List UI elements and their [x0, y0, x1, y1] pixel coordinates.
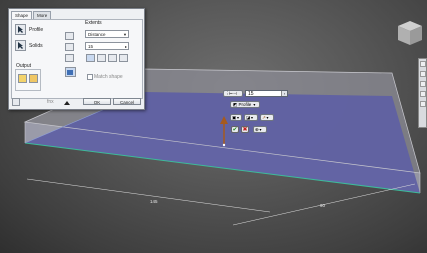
distance-field[interactable]: 15 ▸ — [85, 42, 129, 50]
cancel-button[interactable]: ✖ — [241, 126, 249, 133]
home-view-icon[interactable] — [420, 61, 426, 67]
extrude-dialog: Shape More Profile Solids Output Extents… — [8, 8, 145, 110]
output-group — [15, 69, 41, 91]
dialog-collapse-grip[interactable] — [64, 101, 70, 105]
viewcube[interactable] — [396, 19, 424, 49]
solids-arrow-icon — [18, 42, 23, 49]
navigation-bar — [418, 58, 427, 128]
match-shape-checkbox[interactable] — [87, 74, 93, 80]
chevron-right-icon[interactable]: › — [281, 91, 287, 96]
output-dropdown[interactable]: ▣▼ — [230, 114, 242, 121]
match-shape-label: Match shape — [94, 74, 123, 80]
chevron-down-icon: ▼ — [123, 32, 127, 37]
shape-panel: Profile Solids Output Extents Distance ▼ — [11, 19, 143, 99]
chevron-right-icon[interactable]: ▸ — [125, 43, 127, 50]
output-surface-button[interactable] — [29, 74, 38, 83]
apply-options-dropdown[interactable]: ⊕▼ — [253, 126, 267, 133]
close-icon: ✖ — [242, 127, 248, 133]
direction-flipped-button[interactable] — [97, 54, 106, 62]
dimension-line-length — [26, 178, 271, 213]
intersect-button[interactable] — [65, 54, 74, 62]
distance-input[interactable]: 15 › — [245, 90, 288, 97]
ok-dialog-button[interactable]: OK — [83, 98, 111, 105]
tab-shape[interactable]: Shape — [11, 11, 33, 19]
look-at-icon[interactable] — [420, 101, 426, 107]
new-solid-button[interactable] — [65, 67, 76, 77]
ok-button[interactable]: ✔ — [231, 126, 239, 133]
output-solid-button[interactable] — [18, 74, 27, 83]
viewport-3d[interactable]: 145 90 ⋮ ⊢⊣ 15 › ◩ Profile ▼ ▣▼ ◪▼ ↗▼ ✔ … — [0, 0, 427, 253]
profile-icon: ◩ — [233, 102, 238, 107]
direction-dropdown[interactable]: ↗▼ — [260, 114, 274, 121]
dialog-tabs: Shape More — [11, 11, 52, 19]
solids-select-button[interactable] — [15, 40, 26, 51]
pan-icon[interactable] — [420, 71, 426, 77]
cancel-dialog-button[interactable]: Cancel — [113, 98, 141, 105]
profile-selector[interactable]: ◩ Profile ▼ — [230, 101, 260, 108]
check-icon: ✔ — [232, 127, 238, 133]
link-label: fnx — [47, 99, 54, 105]
direction-asymmetric-button[interactable] — [119, 54, 128, 62]
extents-dropdown[interactable]: Distance ▼ — [85, 30, 129, 38]
distance-direction-icon: ⊢⊣ — [229, 91, 237, 96]
dimension-width[interactable]: 90 — [320, 203, 325, 208]
new-solid-icon — [67, 70, 73, 75]
cut-button[interactable] — [65, 43, 74, 51]
dimension-length[interactable]: 145 — [150, 199, 158, 204]
chevron-down-icon: ▼ — [252, 103, 257, 107]
tab-more[interactable]: More — [33, 11, 52, 19]
help-button[interactable] — [12, 98, 20, 106]
operation-dropdown[interactable]: ◪▼ — [244, 114, 258, 121]
profile-select-button[interactable] — [15, 24, 26, 35]
profile-label: Profile — [29, 27, 44, 33]
profile-arrow-icon — [18, 26, 23, 33]
extents-label: Extents — [85, 20, 102, 26]
minitoolbar-handle[interactable]: ⋮ ⊢⊣ — [223, 90, 243, 97]
zoom-icon[interactable] — [420, 81, 426, 87]
solids-label: Solids — [29, 43, 43, 49]
direction-symmetric-button[interactable] — [108, 54, 117, 62]
direction-default-button[interactable] — [86, 54, 95, 62]
orbit-icon[interactable] — [420, 91, 426, 97]
join-button[interactable] — [65, 32, 74, 40]
